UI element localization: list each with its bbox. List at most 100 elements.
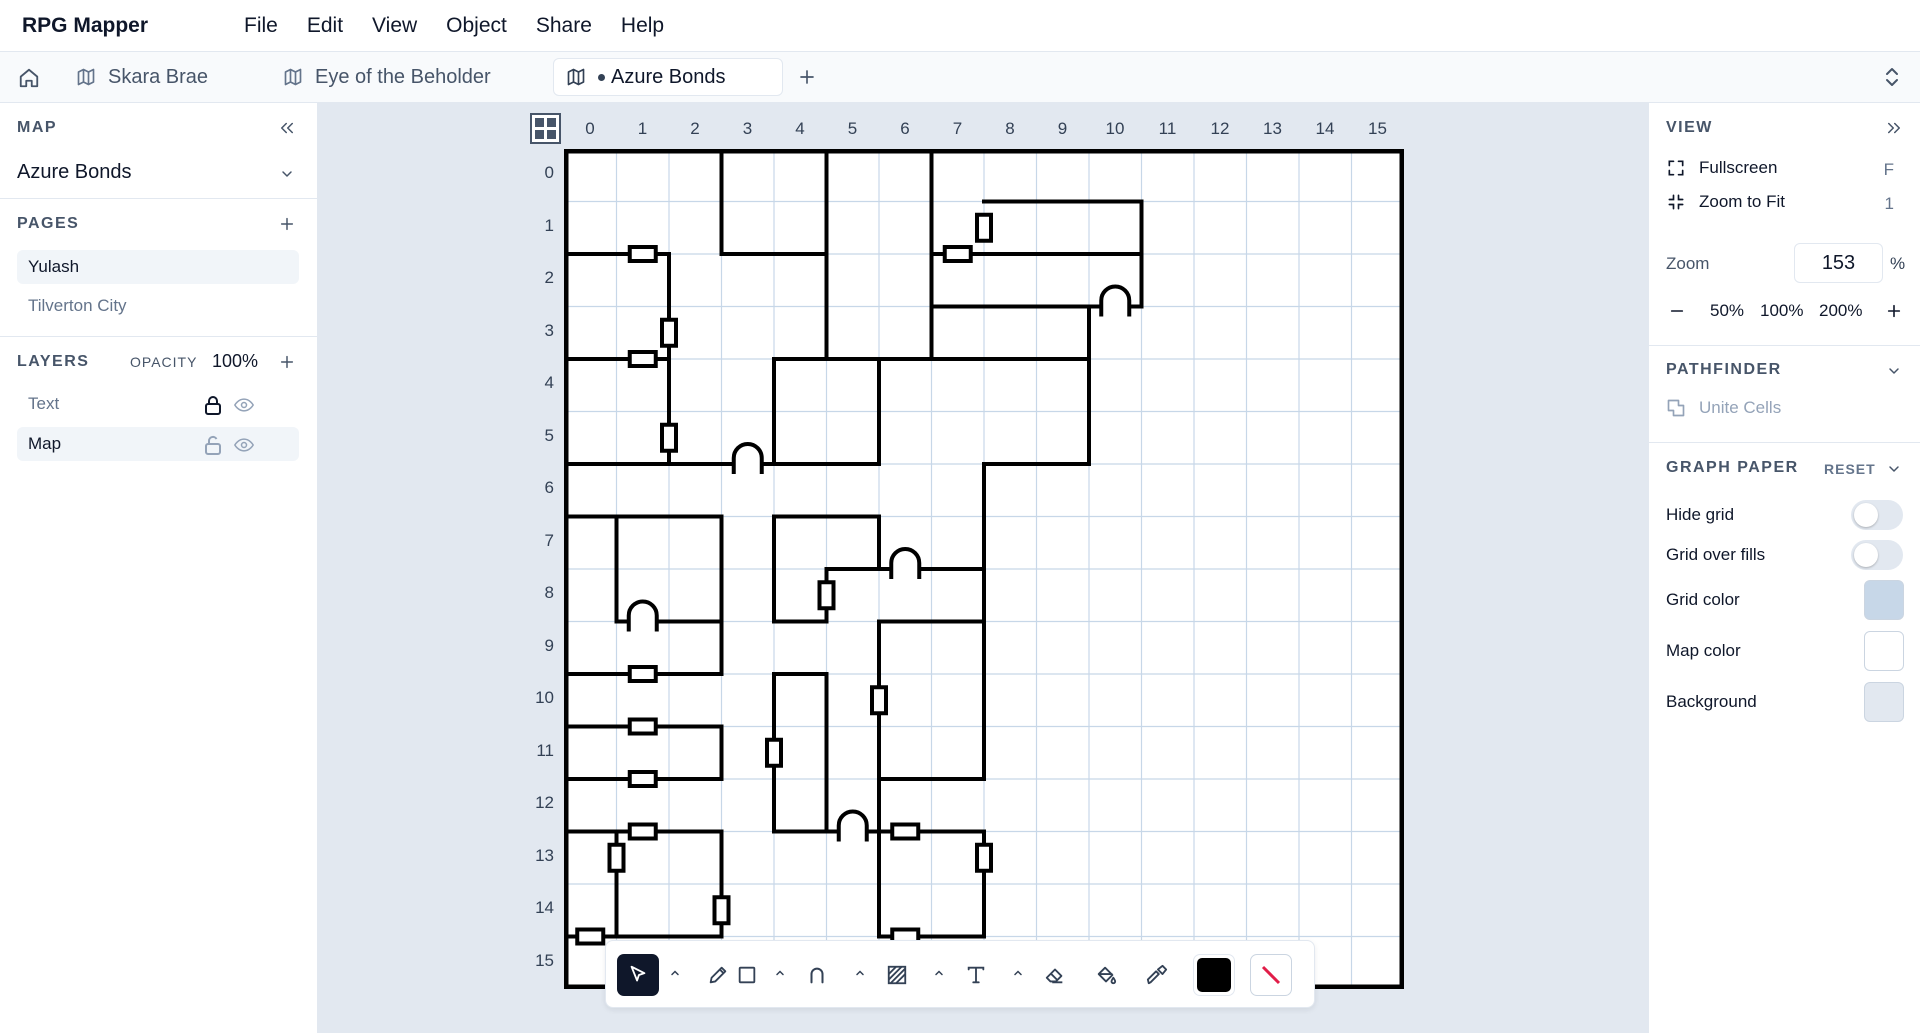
add-tab-button[interactable] [795,65,819,89]
page-item-yulash[interactable]: Yulash [17,250,299,284]
graph-paper-toggle[interactable] [1883,458,1905,480]
map-drawing[interactable] [564,149,1404,989]
hatch-options-caret[interactable] [929,963,949,983]
paint-bucket-icon [1097,966,1117,985]
column-label: 11 [1158,119,1177,138]
map-name: Azure Bonds [17,161,132,183]
menu-file[interactable]: File [244,14,278,38]
shrink-icon [1668,194,1684,210]
stroke-color-swatch[interactable] [1250,954,1292,996]
zoom-label: Zoom [1666,254,1710,273]
page-item-tilverton-city[interactable]: Tilverton City [17,289,299,323]
zoom-preset-200[interactable]: 200% [1819,301,1862,321]
chevron-up-down-icon [1886,68,1898,86]
select-options-caret[interactable] [665,963,685,983]
map-canvas[interactable]: 0 1 2 3 4 5 6 7 8 9 10 11 12 13 14 15 0 1 2 3 4 5 6 7 8 9 10 11 12 1… [318,103,1648,1033]
expand-collapse-button[interactable] [1880,64,1904,90]
chevron-down-icon [282,171,292,177]
row-label: 9 [544,635,554,655]
plus-icon [280,355,294,369]
door-options-caret[interactable] [850,963,870,983]
door [712,895,731,926]
grid-over-fills-toggle[interactable] [1851,540,1903,570]
fill-color-swatch[interactable] [1193,954,1235,996]
door-tool-button[interactable] [796,954,838,996]
row-label: 10 [535,688,554,707]
row-label: 11 [536,740,554,760]
zoom-out-button[interactable] [1666,300,1688,322]
layer-item-map[interactable]: Map [17,427,299,461]
select-tool-button[interactable] [617,954,659,996]
fullscreen-icon [1668,160,1684,176]
grid-color-swatch[interactable] [1864,580,1904,620]
minus-icon [1670,310,1684,312]
row-label: 1 [544,215,554,235]
zoom-input[interactable] [1794,243,1883,283]
tab-eye-of-the-beholder[interactable]: Eye of the Beholder [271,58,541,96]
text-tool-button[interactable] [955,954,997,996]
view-section-label: VIEW [1666,119,1713,136]
fullscreen-shortcut: F [1883,160,1894,179]
door [817,580,836,611]
menu-view[interactable]: View [372,14,417,38]
layer-visibility-toggle[interactable] [232,393,256,417]
menu-object[interactable]: Object [446,14,507,38]
zoom-preset-50[interactable]: 50% [1710,301,1744,321]
shape-options-caret[interactable] [770,963,790,983]
column-label: 3 [742,119,753,138]
collapse-right-button[interactable] [1883,117,1905,139]
zoom-in-button[interactable] [1883,300,1905,322]
column-label: 1 [637,119,648,138]
zoom-preset-100[interactable]: 100% [1760,301,1803,321]
eyedropper-tool-button[interactable] [1136,954,1178,996]
tab-skara-brae[interactable]: Skara Brae [64,58,264,96]
add-layer-button[interactable] [276,351,298,373]
unite-cells-button[interactable]: Unite Cells [1666,398,1781,418]
layer-lock-toggle[interactable] [201,393,225,417]
menu-edit[interactable]: Edit [307,14,343,38]
menu-share[interactable]: Share [536,14,592,38]
column-label: 5 [847,119,858,138]
eraser-tool-button[interactable] [1034,954,1076,996]
door [627,770,658,788]
column-label: 8 [1005,119,1015,138]
map-select-button[interactable] [276,163,298,185]
eye-icon [234,438,254,452]
unite-icon [1667,399,1685,417]
door [627,822,658,841]
opacity-value[interactable]: 100% [212,351,258,372]
text-options-caret[interactable] [1008,963,1028,983]
rectangle-tool-button[interactable] [730,954,764,996]
fill-color-chip [1197,958,1231,992]
pathfinder-toggle[interactable] [1883,360,1905,382]
zoom-to-fit-label: Zoom to Fit [1699,192,1785,211]
hatch-tool-button[interactable] [876,954,918,996]
reset-button[interactable]: RESET [1824,461,1876,477]
menu-bar: RPG Mapper File Edit View Object Share H… [0,0,1920,52]
fill-tool-button[interactable] [1085,954,1127,996]
tab-azure-bonds[interactable]: Azure Bonds [553,58,783,96]
background-color-swatch[interactable] [1864,682,1904,722]
door [660,422,678,453]
door [607,842,626,873]
plus-icon [280,217,294,231]
column-label: 9 [1057,119,1068,138]
tab-label: Azure Bonds [611,65,726,88]
doorway-arch [836,809,869,842]
map-color-swatch[interactable] [1864,631,1904,671]
fullscreen-button[interactable]: Fullscreen [1666,158,1777,178]
chevron-down-icon [1889,368,1899,374]
menu-help[interactable]: Help [621,14,664,38]
chevron-up-icon [1014,970,1022,976]
hide-grid-toggle[interactable] [1851,500,1903,530]
zoom-to-fit-button[interactable]: Zoom to Fit [1666,192,1785,212]
layer-lock-toggle[interactable] [201,433,225,457]
layer-visibility-toggle[interactable] [232,433,256,457]
collapse-left-button[interactable] [276,117,298,139]
column-label: 15 [1368,119,1387,138]
grid-toggle-button[interactable] [530,113,561,144]
layer-item-text[interactable]: Text [17,387,299,421]
add-page-button[interactable] [276,213,298,235]
home-button[interactable] [16,65,42,91]
arch-icon [810,967,824,984]
